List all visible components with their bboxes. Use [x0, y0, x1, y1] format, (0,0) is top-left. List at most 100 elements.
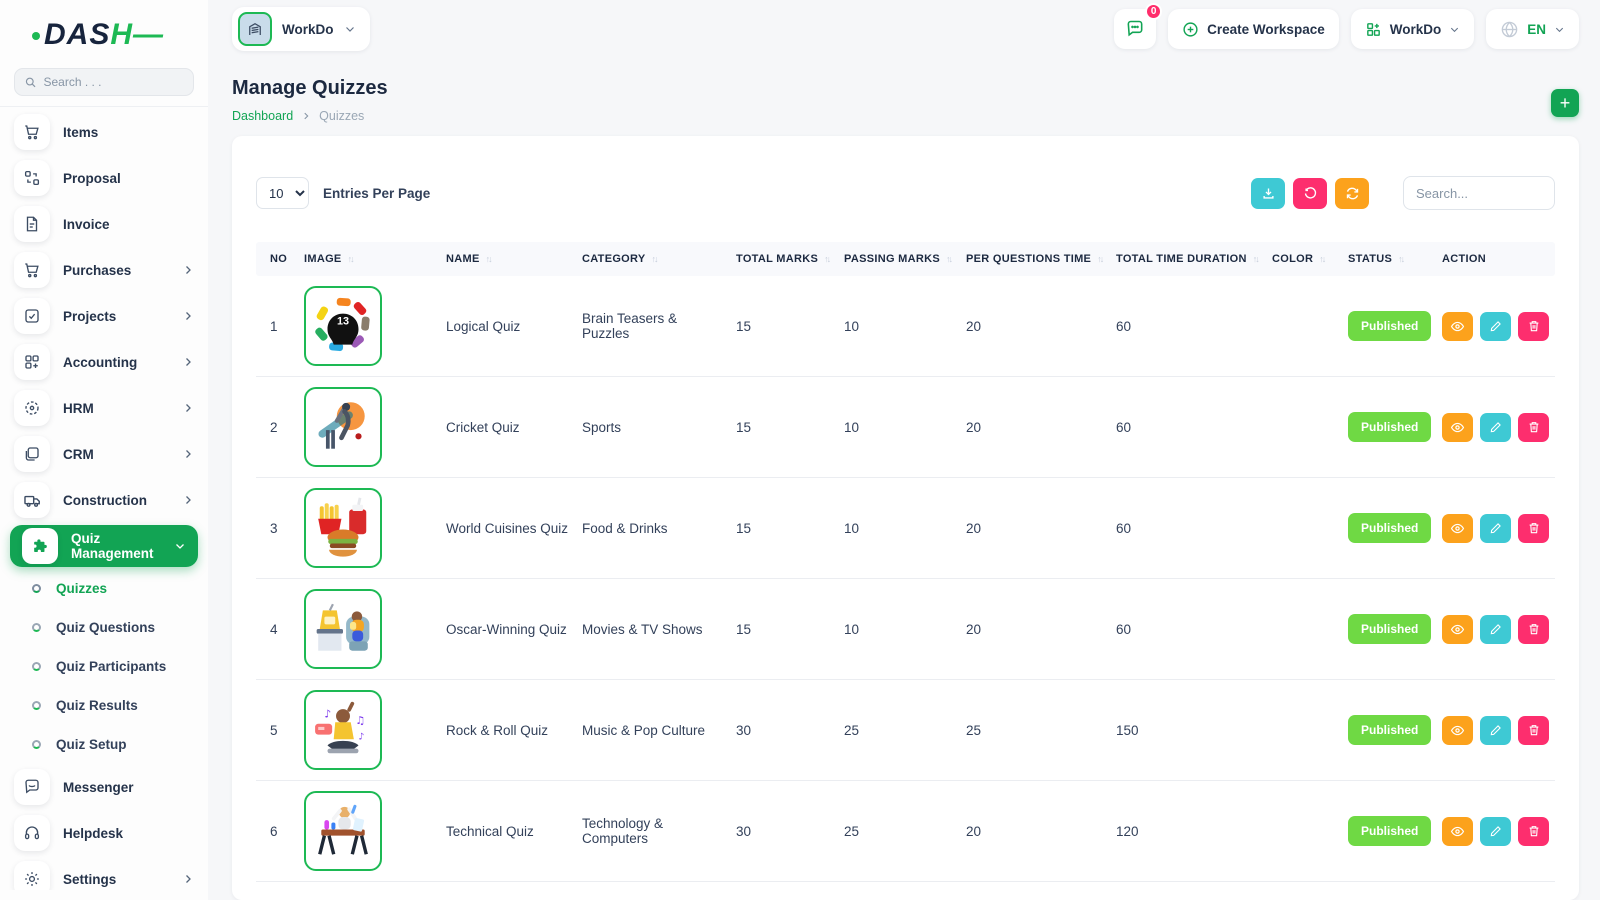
sidebar-subitem-quiz-results[interactable]: Quiz Results: [0, 686, 208, 725]
sort-icon[interactable]: ↑↓: [946, 254, 951, 264]
trash-icon: [1527, 622, 1541, 636]
sidebar-subitem-quiz-setup[interactable]: Quiz Setup: [0, 725, 208, 764]
quiz-image-cricket: [304, 387, 382, 467]
sidebar-item-accounting[interactable]: Accounting: [0, 339, 208, 385]
sidebar-item-projects[interactable]: Projects: [0, 293, 208, 339]
sidebar-item-label: Helpdesk: [63, 826, 194, 841]
entries-select[interactable]: 10: [256, 177, 309, 209]
sort-icon[interactable]: ↑↓: [824, 254, 829, 264]
edit-button[interactable]: [1480, 615, 1511, 644]
sort-icon[interactable]: ↑↓: [1253, 254, 1258, 264]
gear-icon: [14, 861, 50, 890]
cards-icon: [14, 436, 50, 472]
quizzes-table: NO IMAGE↑↓ NAME↑↓ CATEGORY↑↓ TOTAL MARKS…: [256, 242, 1555, 882]
column-color[interactable]: COLOR↑↓: [1266, 253, 1342, 265]
edit-button[interactable]: [1480, 817, 1511, 846]
sidebar-item-hrm[interactable]: HRM: [0, 385, 208, 431]
create-workspace-button[interactable]: Create Workspace: [1168, 9, 1339, 49]
sidebar-item-purchases[interactable]: Purchases: [0, 247, 208, 293]
column-status[interactable]: STATUS↑↓: [1342, 253, 1436, 265]
column-per-questions-time[interactable]: PER QUESTIONS TIME↑↓: [960, 253, 1110, 265]
eye-icon: [1450, 420, 1465, 435]
svg-text:13: 13: [337, 315, 349, 327]
column-name[interactable]: NAME↑↓: [440, 253, 576, 265]
target-icon: [14, 390, 50, 426]
svg-text:♪: ♪: [324, 708, 331, 721]
column-image[interactable]: IMAGE↑↓: [298, 253, 440, 265]
column-category[interactable]: CATEGORY↑↓: [576, 253, 730, 265]
svg-text:♫: ♫: [355, 714, 365, 727]
view-button[interactable]: [1442, 514, 1473, 543]
truck-icon: [14, 482, 50, 518]
sort-icon[interactable]: ↑↓: [652, 254, 657, 264]
sidebar-item-construction[interactable]: Construction: [0, 477, 208, 523]
export-button[interactable]: [1251, 178, 1285, 209]
sidebar-search-input[interactable]: [43, 75, 183, 89]
status-badge[interactable]: Published: [1348, 715, 1431, 745]
refresh-button[interactable]: [1335, 178, 1369, 209]
status-badge[interactable]: Published: [1348, 311, 1431, 341]
download-icon: [1261, 186, 1276, 201]
status-badge[interactable]: Published: [1348, 816, 1431, 846]
cell-per-question-time: 20: [960, 824, 1110, 839]
sidebar-item-helpdesk[interactable]: Helpdesk: [0, 810, 208, 856]
app-logo[interactable]: DASH—: [0, 0, 208, 64]
edit-button[interactable]: [1480, 716, 1511, 745]
sidebar-item-items[interactable]: Items: [0, 109, 208, 155]
eye-icon: [1450, 622, 1465, 637]
grid-plus-icon: [1365, 21, 1382, 38]
sidebar-item-crm[interactable]: CRM: [0, 431, 208, 477]
view-button[interactable]: [1442, 312, 1473, 341]
sidebar-subitem-quizzes[interactable]: Quizzes: [0, 569, 208, 608]
delete-button[interactable]: [1518, 514, 1549, 543]
table-search-input[interactable]: [1403, 176, 1555, 210]
delete-button[interactable]: [1518, 413, 1549, 442]
status-badge[interactable]: Published: [1348, 513, 1431, 543]
messages-button[interactable]: 0: [1114, 9, 1156, 49]
sidebar-item-proposal[interactable]: Proposal: [0, 155, 208, 201]
status-badge[interactable]: Published: [1348, 412, 1431, 442]
column-total-time-duration[interactable]: TOTAL TIME DURATION↑↓: [1110, 253, 1266, 265]
cell-total-marks: 15: [730, 420, 838, 435]
edit-button[interactable]: [1480, 413, 1511, 442]
breadcrumb: Dashboard Quizzes: [232, 109, 388, 123]
sort-icon[interactable]: ↑↓: [1319, 254, 1324, 264]
workspace-selector[interactable]: WorkDo: [232, 7, 370, 51]
sort-icon[interactable]: ↑↓: [486, 254, 491, 264]
sidebar-item-quiz-management[interactable]: Quiz Management: [10, 525, 198, 567]
delete-button[interactable]: [1518, 615, 1549, 644]
sort-icon[interactable]: ↑↓: [1097, 254, 1102, 264]
view-button[interactable]: [1442, 413, 1473, 442]
sidebar-item-invoice[interactable]: Invoice: [0, 201, 208, 247]
view-button[interactable]: [1442, 817, 1473, 846]
sidebar-search[interactable]: [14, 68, 194, 96]
table-header-row: NO IMAGE↑↓ NAME↑↓ CATEGORY↑↓ TOTAL MARKS…: [256, 242, 1555, 276]
add-quiz-button[interactable]: +: [1551, 89, 1579, 117]
edit-button[interactable]: [1480, 514, 1511, 543]
breadcrumb-dashboard[interactable]: Dashboard: [232, 109, 293, 123]
column-total-marks[interactable]: TOTAL MARKS↑↓: [730, 253, 838, 265]
edit-button[interactable]: [1480, 312, 1511, 341]
sidebar-item-messenger[interactable]: Messenger: [0, 764, 208, 810]
delete-button[interactable]: [1518, 817, 1549, 846]
sidebar-subitem-quiz-questions[interactable]: Quiz Questions: [0, 608, 208, 647]
reset-button[interactable]: [1293, 178, 1327, 209]
sort-icon[interactable]: ↑↓: [1398, 254, 1403, 264]
sort-icon[interactable]: ↑↓: [348, 254, 353, 264]
chevron-right-icon: [301, 111, 311, 121]
cell-total-marks: 15: [730, 622, 838, 637]
delete-button[interactable]: [1518, 716, 1549, 745]
sidebar-item-settings[interactable]: Settings: [0, 856, 208, 890]
workdo-menu-button[interactable]: WorkDo: [1351, 9, 1475, 49]
status-badge[interactable]: Published: [1348, 614, 1431, 644]
quizzes-card: 10 Entries Per Page NO IMAGE↑↓: [232, 136, 1579, 900]
language-selector[interactable]: EN: [1486, 9, 1579, 49]
sidebar-subitem-quiz-participants[interactable]: Quiz Participants: [0, 647, 208, 686]
delete-button[interactable]: [1518, 312, 1549, 341]
column-passing-marks[interactable]: PASSING MARKS↑↓: [838, 253, 960, 265]
view-button[interactable]: [1442, 716, 1473, 745]
entries-label: Entries Per Page: [323, 186, 430, 201]
page-header: Manage Quizzes Dashboard Quizzes +: [232, 77, 1579, 123]
view-button[interactable]: [1442, 615, 1473, 644]
search-icon: [25, 76, 36, 89]
